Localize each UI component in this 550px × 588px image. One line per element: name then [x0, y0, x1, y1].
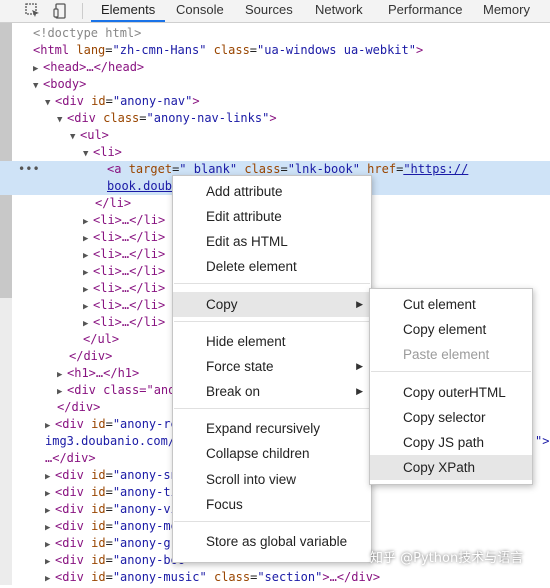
menu-item-break-on[interactable]: Break on ▶ — [173, 379, 371, 404]
dom-line-head[interactable]: ▶ <head>…</head> — [0, 59, 550, 76]
submenu-arrow-icon: ▶ — [356, 386, 363, 396]
menu-separator — [174, 283, 370, 284]
menu-item-add-attribute[interactable]: Add attribute — [173, 179, 371, 204]
submenu-item-copy-js-path[interactable]: Copy JS path — [370, 430, 532, 455]
menu-item-copy[interactable]: Copy ▶ — [173, 292, 371, 317]
submenu-item-copy-element[interactable]: Copy element — [370, 317, 532, 342]
menu-item-collapse-children[interactable]: Collapse children — [173, 441, 371, 466]
tab-elements[interactable]: Elements — [91, 0, 166, 22]
menu-item-hide-element[interactable]: Hide element — [173, 329, 371, 354]
menu-item-store-as-global-variable[interactable]: Store as global variable — [173, 529, 371, 554]
device-toolbar-icon[interactable] — [52, 2, 70, 20]
submenu-arrow-icon: ▶ — [356, 299, 363, 309]
dom-line-anony-nav[interactable]: ▼ <div id="anony-nav"> — [0, 93, 550, 110]
copy-submenu: Cut element Copy element Paste element C… — [369, 288, 533, 485]
devtools-toolbar: Elements Console Sources Network Perform… — [0, 0, 550, 23]
menu-separator — [174, 521, 370, 522]
menu-separator — [371, 371, 531, 372]
menu-item-focus[interactable]: Focus — [173, 492, 371, 517]
submenu-arrow-icon: ▶ — [356, 361, 363, 371]
menu-item-edit-as-html[interactable]: Edit as HTML — [173, 229, 371, 254]
inspect-element-icon[interactable] — [24, 2, 42, 20]
menu-item-delete-element[interactable]: Delete element — [173, 254, 371, 279]
dom-line-doctype[interactable]: <!doctype html> — [0, 25, 550, 42]
menu-separator — [174, 321, 370, 322]
menu-separator — [174, 408, 370, 409]
submenu-item-copy-outerhtml[interactable]: Copy outerHTML — [370, 380, 532, 405]
submenu-item-paste-element: Paste element — [403, 347, 490, 362]
tab-network[interactable]: Network — [315, 0, 363, 22]
dom-line-li[interactable]: ▼ <li> — [0, 144, 550, 161]
menu-item-expand-recursively[interactable]: Expand recursively — [173, 416, 371, 441]
tab-performance[interactable]: Performance — [388, 0, 462, 22]
tab-console[interactable]: Console — [176, 0, 224, 22]
dom-line-html[interactable]: <html lang="zh-cmn-Hans" class="ua-windo… — [0, 42, 550, 59]
more-options-icon[interactable]: ••• — [18, 161, 40, 178]
dom-line-body[interactable]: ▼ <body> — [0, 76, 550, 93]
dom-line-ul[interactable]: ▼ <ul> — [0, 127, 550, 144]
menu-item-force-state[interactable]: Force state ▶ — [173, 354, 371, 379]
submenu-item-copy-selector[interactable]: Copy selector — [370, 405, 532, 430]
tab-sources[interactable]: Sources — [245, 0, 293, 22]
dom-line-nav-links[interactable]: ▼ <div class="anony-nav-links"> — [0, 110, 550, 127]
context-menu: Add attribute Edit attribute Edit as HTM… — [172, 175, 372, 563]
submenu-item-cut-element[interactable]: Cut element — [370, 292, 532, 317]
watermark: 知乎 @Python技术与语言 — [370, 551, 524, 566]
menu-item-edit-attribute[interactable]: Edit attribute — [173, 204, 371, 229]
expand-triangle-icon[interactable]: ▶ — [45, 571, 55, 588]
toolbar-separator — [82, 3, 83, 19]
submenu-item-copy-xpath[interactable]: Copy XPath — [370, 455, 532, 480]
tab-memory[interactable]: Memory — [483, 0, 530, 22]
dom-line-anony-music[interactable]: ▶ <div id="anony-music" class="section">…… — [0, 569, 550, 586]
menu-item-scroll-into-view[interactable]: Scroll into view — [173, 467, 371, 492]
